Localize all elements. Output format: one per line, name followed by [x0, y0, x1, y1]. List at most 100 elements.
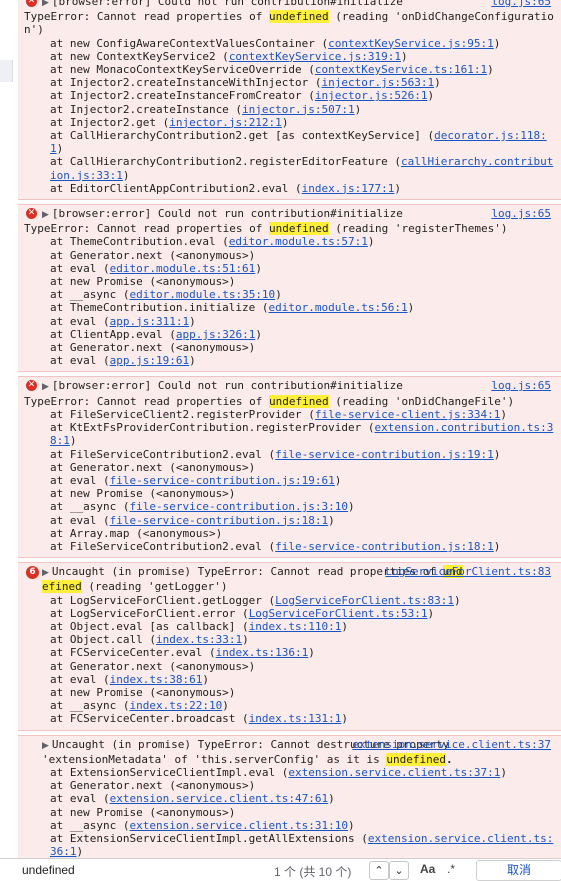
frame-text: at FileServiceClient2.registerProvider ( [50, 407, 315, 421]
frame-tail: ) [401, 49, 408, 63]
frame-source-link[interactable]: file-service-contribution.js:18:1 [275, 540, 494, 553]
source-link[interactable]: LogServiceForClient.ts:83 [385, 565, 551, 578]
frame-source-link[interactable]: extension.service.client.ts:47:61 [110, 792, 329, 805]
frame-source-link[interactable]: file-service-contribution.js:18:1 [110, 514, 329, 527]
stack-frame: at Generator.next (<anonymous>) [24, 779, 557, 792]
console-entry[interactable]: ✕ ▶ [browser:error] Could not run contribu… [18, 376, 561, 559]
frame-source-link[interactable]: editor.module.ts:51:61 [110, 262, 256, 275]
frame-source-link[interactable]: injector.js:212:1 [169, 116, 282, 129]
frame-source-link[interactable]: file-service-client.js:334:1 [315, 408, 500, 421]
stack-frame: at new Promise (<anonymous>) [24, 487, 557, 500]
stack-frame: at eval (file-service-contribution.js:18… [24, 514, 557, 527]
frame-source-link[interactable]: injector.js:526:1 [315, 89, 428, 102]
frame-source-link[interactable]: file-service-contribution.js:19:1 [275, 448, 494, 461]
regex-button[interactable]: .* [447, 862, 455, 876]
error-icon: ✕ [26, 0, 37, 7]
error-icon: ✕ [26, 208, 37, 220]
frame-text: at Array.map (<anonymous>) [50, 526, 223, 540]
frame-text: at LogServiceForClient.getLogger ( [50, 593, 276, 607]
frame-source-link[interactable]: index.ts:38:61 [110, 673, 203, 686]
frame-source-link[interactable]: editor.module.ts:56:1 [269, 301, 408, 314]
frame-tail: ) [255, 261, 262, 275]
frame-source-link[interactable]: extension.service.client.ts:31:10 [129, 819, 348, 832]
frame-source-link[interactable]: index.js:177:1 [302, 182, 395, 195]
frame-tail: ) [394, 181, 402, 195]
console-entry[interactable]: ✕ ▶ [browser:error] Could not run contribu… [18, 0, 561, 201]
frame-tail: ) [69, 434, 77, 448]
stack-frame: at new Promise (<anonymous>) [24, 686, 557, 699]
frame-source-link[interactable]: injector.js:563:1 [322, 76, 435, 89]
console-entry[interactable]: ✕ ▶ [browser:error] Could not run contribu… [18, 204, 561, 373]
frame-source-link[interactable]: extension.service.client.ts:37:1 [288, 766, 500, 779]
frame-source-link[interactable]: contextKeyService.js:319:1 [229, 50, 401, 63]
find-input[interactable] [20, 861, 272, 878]
stack-frame: at Generator.next (<anonymous>) [24, 660, 557, 673]
match-case-button[interactable]: Aa [420, 862, 435, 876]
error-message: [browser:error] Could not run contributi… [51, 0, 403, 8]
frame-source-link[interactable]: file-service-contribution.js:19:61 [110, 474, 335, 487]
expand-triangle-icon[interactable]: ▶ [42, 568, 49, 578]
chevron-down-icon[interactable]: ⌄ [389, 861, 409, 880]
frame-text: at eval ( [50, 513, 110, 527]
stack-frame: at eval (file-service-contribution.js:19… [24, 474, 557, 487]
source-link[interactable]: extension.service.client.ts:37 [352, 738, 551, 751]
search-highlight: undefined [269, 394, 329, 408]
stack-frame: at new Promise (<anonymous>) [24, 275, 557, 288]
expand-triangle-icon[interactable]: ▶ [42, 210, 49, 220]
frame-source-link[interactable]: index.ts:136:1 [216, 646, 309, 659]
entry-header: 6 ▶ Uncaught (in promise) TypeError: Canno… [24, 565, 557, 594]
console-entry[interactable]: ▶ Uncaught (in promise) TypeError: Cannot… [18, 734, 561, 858]
frame-source-link[interactable]: app.js:326:1 [176, 328, 255, 341]
frame-source-link[interactable]: editor.module.ts:57:1 [229, 235, 368, 248]
stack-frame: at new ConfigAwareContextValuesContainer… [24, 37, 557, 50]
frame-tail: ) [56, 142, 64, 156]
console-log-panel[interactable]: ✕ ▶ [browser:error] Could not run contribu… [18, 0, 561, 858]
frame-source-link[interactable]: file-service-contribution.js:3:10 [129, 500, 348, 513]
stack-frame: at __async (editor.module.ts:35:10) [24, 288, 557, 301]
frame-text: at FileServiceContribution2.eval ( [50, 447, 276, 461]
frame-tail: ) [255, 327, 262, 341]
source-link[interactable]: log.js:65 [491, 207, 551, 220]
entry-header: ✕ ▶ [browser:error] Could not run contribu… [24, 0, 557, 10]
search-highlight: undefined [269, 10, 329, 24]
expand-triangle-icon[interactable]: ▶ [42, 0, 49, 8]
frame-text: at CallHierarchyContribution2.get [as co… [50, 129, 435, 143]
frame-tail: ) [328, 792, 335, 806]
frame-source-link[interactable]: contextKeyService.js:95:1 [328, 37, 494, 50]
frame-source-link[interactable]: index.ts:110:1 [249, 620, 342, 633]
frame-source-link[interactable]: editor.module.ts:35:10 [129, 288, 275, 301]
stack-frame: at ThemeContribution.eval (editor.module… [24, 235, 557, 248]
frame-text: at eval ( [50, 261, 110, 275]
frame-tail: ) [354, 102, 362, 116]
frame-source-link[interactable]: index.ts:22:10 [129, 699, 222, 712]
frame-tail: ) [493, 447, 501, 461]
stack-frame: at Generator.next (<anonymous>) [24, 341, 557, 354]
stack-frame: at Array.map (<anonymous>) [24, 527, 557, 540]
frame-source-link[interactable]: index.ts:131:1 [249, 712, 342, 725]
frame-source-link[interactable]: contextKeyService.ts:161:1 [315, 63, 487, 76]
frame-text: at Generator.next (<anonymous>) [50, 779, 256, 793]
stack-frame: at FileServiceContribution2.eval (file-s… [24, 448, 557, 461]
stack-frame: at Injector2.createInstance (injector.js… [24, 103, 557, 116]
expand-triangle-icon[interactable]: ▶ [42, 741, 49, 751]
chevron-up-icon[interactable]: ⌃ [369, 861, 389, 880]
frame-tail: ) [308, 646, 315, 660]
frame-tail: ) [222, 699, 229, 713]
stack-frame: at eval (index.ts:38:61) [24, 673, 557, 686]
frame-text: at eval ( [50, 314, 110, 328]
stack-frame: at Object.eval [as callback] (index.ts:1… [24, 620, 557, 633]
frame-source-link[interactable]: LogServiceForClient.ts:83:1 [275, 594, 454, 607]
repeat-count-badge: 6 [26, 566, 39, 580]
frame-source-link[interactable]: LogServiceForClient.ts:53:1 [249, 607, 428, 620]
frame-source-link[interactable]: app.js:19:61 [110, 354, 189, 367]
frame-source-link[interactable]: index.ts:33:1 [156, 633, 242, 646]
frame-source-link[interactable]: app.js:311:1 [110, 315, 189, 328]
cancel-button[interactable]: 取消 [476, 860, 561, 881]
frame-source-link[interactable]: injector.js:507:1 [242, 103, 355, 116]
source-link[interactable]: log.js:65 [491, 0, 551, 8]
source-link[interactable]: log.js:65 [491, 379, 551, 392]
stack-frame: at eval (editor.module.ts:51:61) [24, 262, 557, 275]
error-detail: TypeError: Cannot read properties of und… [24, 394, 557, 408]
expand-triangle-icon[interactable]: ▶ [42, 382, 49, 392]
console-entry[interactable]: 6 ▶ Uncaught (in promise) TypeError: Canno… [18, 562, 561, 731]
